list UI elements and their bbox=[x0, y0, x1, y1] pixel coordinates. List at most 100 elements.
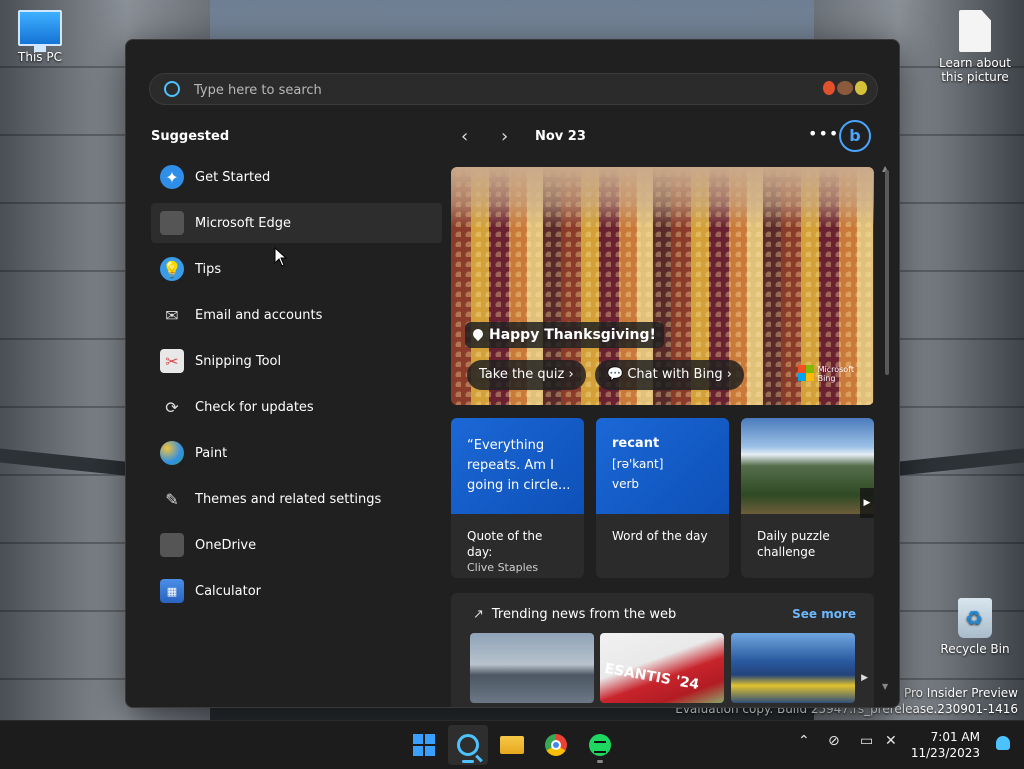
suggested-item-check-updates[interactable]: ⟳ Check for updates bbox=[151, 387, 442, 427]
chrome-icon bbox=[545, 734, 567, 756]
next-day-button[interactable]: › bbox=[501, 126, 508, 147]
card-subtitle: Clive Staples Lewis bbox=[467, 561, 539, 578]
news-thumbnail-ships[interactable] bbox=[470, 633, 594, 703]
suggested-item-email-accounts[interactable]: ✉ Email and accounts bbox=[151, 295, 442, 335]
card-daily-puzzle[interactable]: ▶ Daily puzzle challenge bbox=[741, 418, 874, 578]
card-word-of-the-day[interactable]: recant [rə'kant] verb Word of the day bbox=[596, 418, 729, 578]
card-word-bottom: Word of the day bbox=[596, 514, 729, 544]
bing-icon[interactable]: b bbox=[839, 120, 871, 152]
hero-thanksgiving-image[interactable]: Happy Thanksgiving! Take the quiz › 💬 Ch… bbox=[451, 167, 874, 405]
news-thumbnail-desantis[interactable]: ESANTIS '24 bbox=[600, 633, 724, 703]
taskbar: ⌃ ⊘ ▭ ✕ 7:01 AM 11/23/2023 bbox=[0, 720, 1024, 769]
suggested-item-paint[interactable]: Paint bbox=[151, 433, 442, 473]
this-pc-icon bbox=[18, 10, 62, 52]
suggested-item-label: Calculator bbox=[195, 583, 262, 599]
suggested-item-label: Paint bbox=[195, 445, 228, 461]
chat-with-bing-button[interactable]: 💬 Chat with Bing › bbox=[595, 360, 744, 390]
search-input[interactable] bbox=[192, 78, 796, 102]
word-text: recant bbox=[612, 436, 660, 451]
news-next-button[interactable]: ▶ bbox=[861, 673, 868, 683]
card-title: Daily puzzle challenge bbox=[757, 529, 830, 559]
start-button[interactable] bbox=[404, 725, 444, 765]
desktop-icon-label: This PC bbox=[18, 50, 62, 64]
card-puzzle-bottom: Daily puzzle challenge bbox=[741, 514, 874, 560]
suggested-item-label: Get Started bbox=[195, 169, 271, 185]
chat-bubble-icon: 💬 bbox=[607, 367, 628, 382]
document-icon bbox=[959, 10, 991, 52]
desktop-icon-recycle-bin[interactable]: Recycle Bin bbox=[935, 598, 1015, 656]
thanksgiving-doodle-icon[interactable] bbox=[821, 80, 871, 98]
folder-icon bbox=[500, 736, 524, 754]
puzzle-landscape-image bbox=[741, 418, 874, 514]
chat-with-bing-label: Chat with Bing bbox=[627, 367, 723, 382]
suggested-item-microsoft-edge[interactable]: Microsoft Edge bbox=[151, 203, 442, 243]
display-icon[interactable]: ▭ bbox=[860, 733, 873, 749]
news-thumbnail-train[interactable] bbox=[731, 633, 855, 703]
take-quiz-label: Take the quiz bbox=[479, 367, 565, 382]
quote-text: “Everything repeats. Am I going in circl… bbox=[467, 438, 571, 493]
windows-logo-icon bbox=[413, 734, 435, 756]
desktop-icon-learn-about-picture[interactable]: Learn about this picture bbox=[935, 10, 1015, 84]
suggested-item-onedrive[interactable]: OneDrive bbox=[151, 525, 442, 565]
desktop-icon-this-pc[interactable]: This PC bbox=[0, 10, 80, 64]
onedrive-icon bbox=[160, 533, 184, 557]
edge-icon bbox=[160, 211, 184, 235]
card-title: Quote of the day: bbox=[467, 529, 543, 559]
running-indicator bbox=[597, 760, 603, 763]
cards-next-button[interactable]: ▶ bbox=[860, 488, 874, 518]
previous-day-button[interactable]: ‹ bbox=[461, 126, 468, 147]
word-pronunciation: [rə'kant] bbox=[612, 457, 664, 471]
hero-title: Happy Thanksgiving! bbox=[489, 327, 656, 343]
clock-time: 7:01 AM bbox=[930, 730, 980, 744]
microsoft-bing-logo: Microsoft Bing bbox=[797, 365, 854, 383]
scroll-down-icon[interactable]: ▼ bbox=[882, 682, 888, 691]
get-started-icon: ✦ bbox=[160, 165, 184, 189]
taskbar-search-button[interactable] bbox=[448, 725, 488, 765]
refresh-icon: ⟳ bbox=[165, 397, 179, 417]
scrollbar-thumb[interactable] bbox=[885, 170, 889, 375]
mail-icon: ✉ bbox=[165, 305, 179, 325]
desktop-icon-label: Learn about this picture bbox=[939, 56, 1011, 84]
paint-icon bbox=[160, 441, 184, 465]
file-explorer-button[interactable] bbox=[492, 725, 532, 765]
system-clock[interactable]: 7:01 AM 11/23/2023 bbox=[911, 729, 980, 761]
volume-muted-icon[interactable]: ✕ bbox=[885, 733, 897, 749]
show-hidden-icons-chevron-icon[interactable]: ⌃ bbox=[798, 733, 810, 749]
suggested-item-tips[interactable]: 💡 Tips bbox=[151, 249, 442, 289]
search-panel: Suggested ✦ Get Started Microsoft Edge 💡… bbox=[125, 39, 900, 708]
suggested-item-themes[interactable]: ✎ Themes and related settings bbox=[151, 479, 442, 519]
desktop-icon-label: Recycle Bin bbox=[940, 642, 1010, 656]
more-options-icon[interactable]: ••• bbox=[808, 124, 839, 143]
network-disconnected-icon[interactable]: ⊘ bbox=[828, 733, 840, 749]
see-more-link[interactable]: See more bbox=[792, 607, 856, 621]
suggested-item-label: OneDrive bbox=[195, 537, 257, 553]
trending-news-heading: ↗ Trending news from the web bbox=[473, 607, 676, 622]
suggested-item-label: Check for updates bbox=[195, 399, 314, 415]
suggested-item-snipping-tool[interactable]: ✂ Snipping Tool bbox=[151, 341, 442, 381]
chrome-button[interactable] bbox=[536, 725, 576, 765]
hero-title-badge[interactable]: Happy Thanksgiving! bbox=[465, 322, 664, 348]
calculator-icon: ▦ bbox=[160, 579, 184, 603]
thumbnail-caption: ESANTIS '24 bbox=[603, 660, 701, 694]
brand-line-1: Microsoft bbox=[817, 365, 854, 374]
snipping-tool-icon: ✂ bbox=[160, 349, 184, 373]
clock-date: 11/23/2023 bbox=[910, 746, 980, 760]
brand-line-2: Bing bbox=[817, 374, 836, 383]
card-quote-top: “Everything repeats. Am I going in circl… bbox=[451, 418, 584, 514]
card-quote-bottom: Quote of the day: Clive Staples Lewis bbox=[451, 514, 584, 578]
search-bar[interactable] bbox=[149, 73, 878, 105]
recycle-bin-icon bbox=[958, 598, 992, 638]
search-icon bbox=[457, 734, 479, 756]
suggested-item-label: Themes and related settings bbox=[195, 491, 382, 507]
suggested-item-calculator[interactable]: ▦ Calculator bbox=[151, 571, 442, 611]
card-quote-of-the-day[interactable]: “Everything repeats. Am I going in circl… bbox=[451, 418, 584, 578]
notification-bell-icon[interactable] bbox=[996, 736, 1010, 750]
word-block: recant [rə'kant] verb bbox=[612, 434, 720, 494]
chevron-right-icon: › bbox=[726, 367, 732, 382]
highlights-date: Nov 23 bbox=[535, 129, 586, 144]
search-icon bbox=[164, 81, 180, 97]
spotify-button[interactable] bbox=[580, 725, 620, 765]
chevron-right-icon: › bbox=[568, 367, 574, 382]
suggested-item-get-started[interactable]: ✦ Get Started bbox=[151, 157, 442, 197]
take-quiz-button[interactable]: Take the quiz › bbox=[467, 360, 586, 390]
